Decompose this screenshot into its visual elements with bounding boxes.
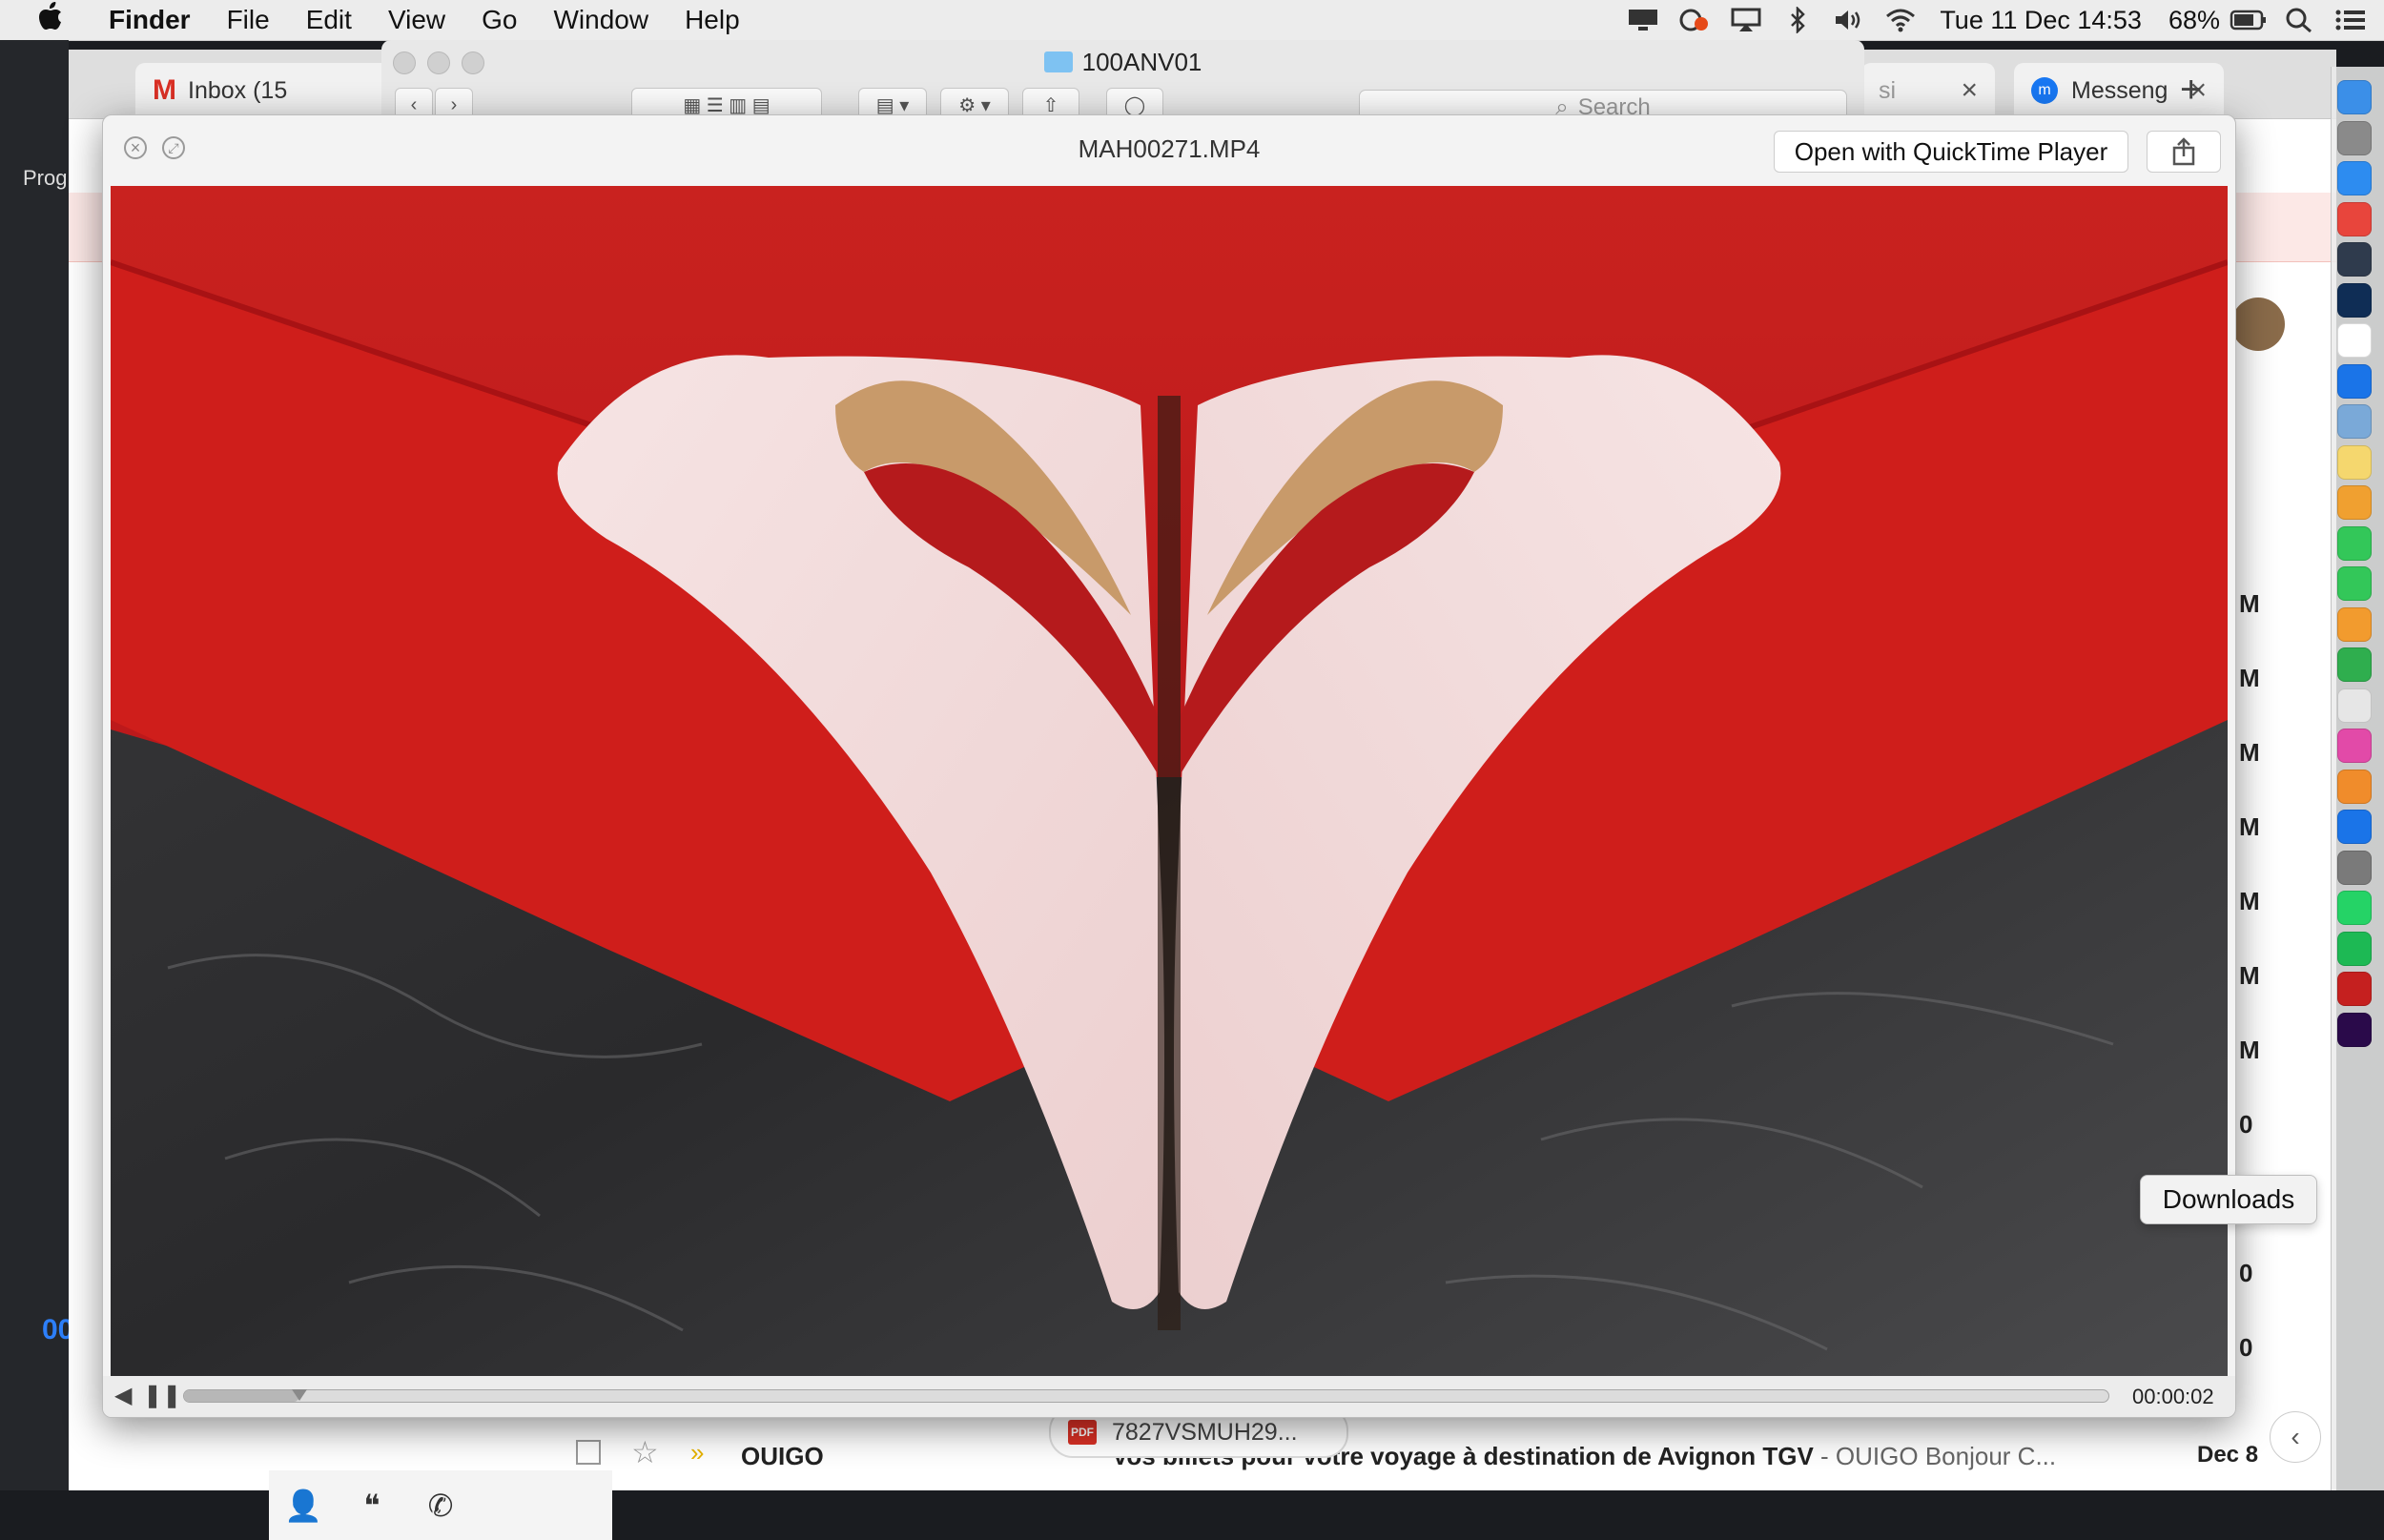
tab-inbox[interactable]: M Inbox (15 [135,63,402,118]
acrobat-icon[interactable] [2337,972,2372,1006]
photos-icon[interactable] [2337,485,2372,520]
chrome-icon[interactable] [2337,201,2372,236]
video-scrubber[interactable] [183,1389,2109,1403]
star-icon[interactable]: ☆ [631,1434,659,1470]
inbox-time: M [2239,664,2260,692]
gmail-icon: M [153,74,176,106]
itunes-icon[interactable] [2337,729,2372,763]
launchpad-icon[interactable] [2337,120,2372,155]
preview-icon[interactable] [2337,404,2372,439]
menu-file[interactable]: File [227,5,270,35]
premiere-icon[interactable] [2337,1012,2372,1047]
finder-title-text: 100ANV01 [1081,48,1202,76]
safari-icon[interactable] [2337,161,2372,195]
background-editor-app: Prog 00 [0,40,73,1490]
creative-cloud-icon[interactable] [1676,7,1713,33]
pdf-icon: PDF [1068,1420,1097,1445]
open-with-quicktime-button[interactable]: Open with QuickTime Player [1774,131,2128,173]
dock-tooltip: Downloads [2140,1175,2317,1224]
clock[interactable]: Tue 11 Dec 14:53 [1940,6,2142,35]
share-icon[interactable] [2147,131,2221,173]
row-sender: OUIGO [741,1442,824,1470]
pages-icon[interactable] [2337,606,2372,642]
facetime-icon[interactable] [2337,566,2372,601]
finder-window: 100ANV01 ‹ › ▦ ☰ ▥ ▤ ▤ ▾ ⚙ ▾ ⇧ ◯ ⌕ Search [381,40,1864,126]
menu-window[interactable]: Window [553,5,648,35]
textedit-icon[interactable] [2337,688,2372,723]
chat-icon[interactable]: ❝ [338,1488,406,1524]
battery-percent[interactable]: 68% [2168,6,2220,35]
quick-look-window: × ⤢ MAH00271.MP4 Open with QuickTime Pla… [102,114,2236,1418]
video-timecode: 00:00:02 [2132,1385,2214,1408]
finder-icon[interactable] [2337,80,2372,114]
inbox-time: M [2239,812,2260,841]
inbox-time: M [2239,738,2260,767]
app-store-icon[interactable] [2337,810,2372,844]
notification-center-icon[interactable] [2333,7,2369,33]
volume-icon[interactable]: ◀ [114,1382,132,1409]
finder-title: 100ANV01 [381,48,1864,77]
whatsapp-icon[interactable] [2337,891,2372,925]
numbers-icon[interactable] [2337,647,2372,682]
airplay-icon[interactable] [1728,7,1764,33]
spotlight-icon[interactable] [2281,7,2317,33]
system-preferences-icon[interactable] [2337,850,2372,885]
menu-bar: Finder File Edit View Go Window Help Tue… [0,0,2384,41]
video-frame[interactable] [111,186,2228,1376]
inbox-time: 0 [2239,1110,2253,1139]
row-checkbox[interactable] [576,1440,601,1465]
tab-inbox-label: Inbox (15 [188,76,288,104]
wifi-icon[interactable] [1882,7,1919,33]
tab-hidden-label: si [1879,76,1897,104]
spotify-icon[interactable] [2337,931,2372,966]
notes-icon[interactable] [2337,444,2372,480]
volume-icon[interactable] [1831,7,1867,33]
display-icon[interactable] [1625,7,1661,33]
inbox-time: M [2239,1036,2260,1064]
inbox-time: 0 [2239,1259,2253,1287]
folder-icon [1043,51,1073,72]
menu-finder[interactable]: Finder [109,5,191,35]
scrubber-progress [184,1390,300,1402]
tab-hidden[interactable]: si × [1861,63,1995,118]
books-icon[interactable] [2337,769,2372,804]
messages-icon[interactable] [2337,525,2372,561]
battery-icon[interactable] [2230,7,2266,33]
phone-icon[interactable]: ✆ [406,1488,475,1524]
row-date: Dec 8 [2197,1442,2259,1468]
quick-look-titlebar: × ⤢ MAH00271.MP4 Open with QuickTime Pla… [103,115,2235,186]
menu-view[interactable]: View [388,5,445,35]
apple-icon[interactable] [38,2,67,38]
menu-help[interactable]: Help [685,5,740,35]
row-snippet: - OUIGO Bonjour C... [1813,1442,2057,1470]
attachment-name: 7827VSMUH29... [1112,1418,1298,1446]
messenger-icon: m [2031,77,2058,104]
panel-label: Prog [23,166,68,190]
tab-messenger-label: Messeng [2071,76,2168,104]
menu-go[interactable]: Go [482,5,517,35]
status-tray: Tue 11 Dec 14:53 68% [1625,0,2384,40]
inbox-time: M [2239,961,2260,990]
close-tab-icon[interactable]: × [1961,74,1978,107]
collapse-button[interactable]: ‹ [2270,1411,2321,1463]
hangouts-bar: 👤 ❝ ✆ [269,1470,612,1540]
inbox-time: 0 [2239,1333,2253,1362]
photoshop-icon[interactable] [2337,282,2372,318]
dock [2331,67,2384,1490]
scrubber-handle[interactable] [292,1389,308,1401]
contacts-icon[interactable]: 👤 [269,1488,338,1524]
inbox-time: M [2239,589,2260,618]
video-still-image [111,186,2228,1376]
inbox-time: M [2239,887,2260,915]
video-controls: ◀ ❚❚ 00:00:02 [103,1376,2235,1417]
inbox-time-column: M M M M M M M 0 0 0 [2228,50,2313,1480]
calendar-icon[interactable] [2337,323,2372,358]
app-store-icon[interactable] [2337,363,2372,399]
pause-icon[interactable]: ❚❚ [143,1382,181,1409]
bluetooth-icon[interactable] [1779,7,1816,33]
new-tab-button[interactable]: + [2180,69,2202,112]
importance-marker-icon[interactable]: » [690,1438,704,1468]
menu-edit[interactable]: Edit [306,5,352,35]
lightroom-icon[interactable] [2337,242,2372,277]
